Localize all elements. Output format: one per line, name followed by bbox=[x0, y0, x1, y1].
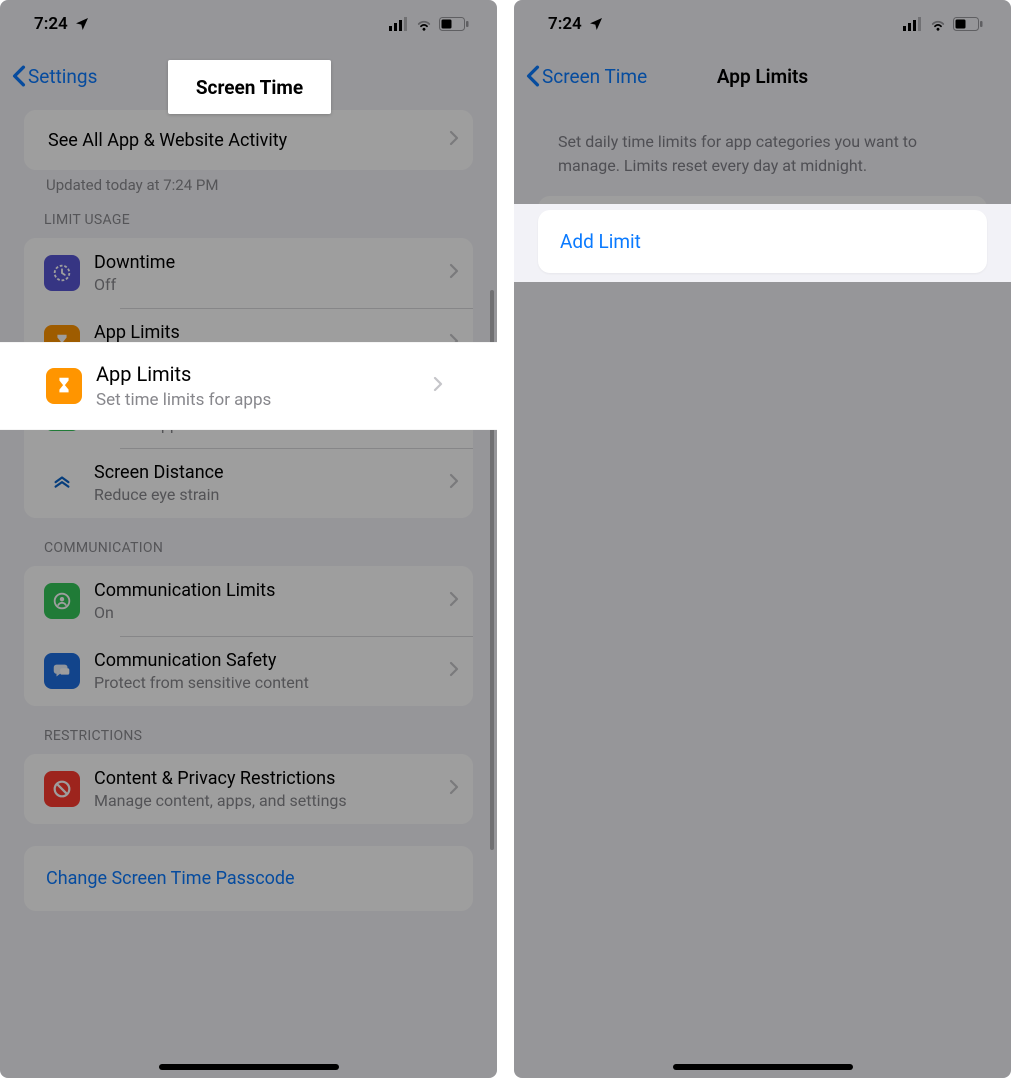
content-privacy-title: Content & Privacy Restrictions bbox=[94, 768, 443, 789]
wifi-icon bbox=[415, 17, 433, 31]
cellular-icon bbox=[903, 17, 923, 31]
content-privacy-row[interactable]: Content & Privacy Restrictions Manage co… bbox=[24, 754, 473, 824]
home-indicator[interactable] bbox=[159, 1064, 339, 1070]
add-limit-button[interactable]: Add Limit bbox=[538, 210, 987, 273]
chevron-right-icon bbox=[449, 591, 459, 611]
hourglass-icon bbox=[46, 368, 82, 404]
chat-bubbles-icon bbox=[44, 653, 80, 689]
location-icon bbox=[74, 16, 90, 32]
add-limit-group: Add Limit bbox=[538, 210, 987, 273]
screen-distance-row[interactable]: Screen Distance Reduce eye strain bbox=[24, 448, 473, 518]
restrictions-group: Content & Privacy Restrictions Manage co… bbox=[24, 754, 473, 824]
screen-time-phone: 7:24 Settings S bbox=[0, 0, 497, 1078]
communication-limits-subtitle: On bbox=[94, 603, 443, 622]
chevron-right-icon bbox=[449, 779, 459, 799]
app-limits-phone: 7:24 Screen Time bbox=[514, 0, 1011, 1078]
app-limits-description: Set daily time limits for app categories… bbox=[558, 130, 967, 178]
app-limits-row-highlight[interactable]: App Limits Set time limits for apps bbox=[0, 342, 497, 430]
downtime-row[interactable]: Downtime Off bbox=[24, 238, 473, 308]
downtime-title: Downtime bbox=[94, 252, 443, 273]
activity-updated: Updated today at 7:24 PM bbox=[46, 176, 473, 194]
screen-distance-icon bbox=[44, 465, 80, 501]
person-circle-icon bbox=[44, 583, 80, 619]
downtime-icon bbox=[44, 255, 80, 291]
app-limits-title: App Limits bbox=[96, 362, 433, 386]
status-time: 7:24 bbox=[34, 14, 68, 34]
activity-label: See All App & Website Activity bbox=[48, 130, 443, 151]
back-button[interactable]: Settings bbox=[12, 65, 97, 88]
chevron-right-icon bbox=[449, 661, 459, 681]
change-passcode-link[interactable]: Change Screen Time Passcode bbox=[24, 846, 473, 911]
app-limits-subtitle: Set time limits for apps bbox=[96, 390, 433, 410]
back-label: Screen Time bbox=[542, 65, 647, 88]
passcode-group: Change Screen Time Passcode bbox=[24, 846, 473, 911]
communication-group: Communication Limits On Communication Sa… bbox=[24, 566, 473, 706]
restrictions-header: RESTRICTIONS bbox=[44, 728, 473, 744]
communication-safety-subtitle: Protect from sensitive content bbox=[94, 673, 443, 692]
communication-limits-row[interactable]: Communication Limits On bbox=[24, 566, 473, 636]
downtime-subtitle: Off bbox=[94, 275, 443, 294]
location-icon bbox=[588, 16, 604, 32]
see-all-activity-row[interactable]: See All App & Website Activity bbox=[24, 110, 473, 170]
wifi-icon bbox=[929, 17, 947, 31]
screen-distance-title: Screen Distance bbox=[94, 462, 443, 483]
chevron-right-icon bbox=[449, 263, 459, 283]
nav-bar: Screen Time App Limits bbox=[514, 48, 1011, 104]
screen-distance-subtitle: Reduce eye strain bbox=[94, 485, 443, 504]
chevron-right-icon bbox=[433, 376, 443, 396]
communication-safety-title: Communication Safety bbox=[94, 650, 443, 671]
limit-usage-header: LIMIT USAGE bbox=[44, 212, 473, 228]
page-title-highlight: Screen Time bbox=[168, 60, 331, 114]
battery-icon bbox=[439, 17, 469, 31]
home-indicator[interactable] bbox=[673, 1064, 853, 1070]
status-bar: 7:24 bbox=[0, 0, 497, 48]
back-button[interactable]: Screen Time bbox=[526, 65, 647, 88]
no-entry-icon bbox=[44, 771, 80, 807]
content-privacy-subtitle: Manage content, apps, and settings bbox=[94, 791, 443, 810]
communication-safety-row[interactable]: Communication Safety Protect from sensit… bbox=[24, 636, 473, 706]
battery-icon bbox=[953, 17, 983, 31]
chevron-right-icon bbox=[449, 130, 459, 150]
status-bar: 7:24 bbox=[514, 0, 1011, 48]
status-time: 7:24 bbox=[548, 14, 582, 34]
app-limits-title: App Limits bbox=[94, 322, 443, 343]
back-label: Settings bbox=[28, 65, 97, 88]
activity-group: See All App & Website Activity bbox=[24, 110, 473, 170]
communication-header: COMMUNICATION bbox=[44, 540, 473, 556]
communication-limits-title: Communication Limits bbox=[94, 580, 443, 601]
chevron-right-icon bbox=[449, 473, 459, 493]
cellular-icon bbox=[389, 17, 409, 31]
